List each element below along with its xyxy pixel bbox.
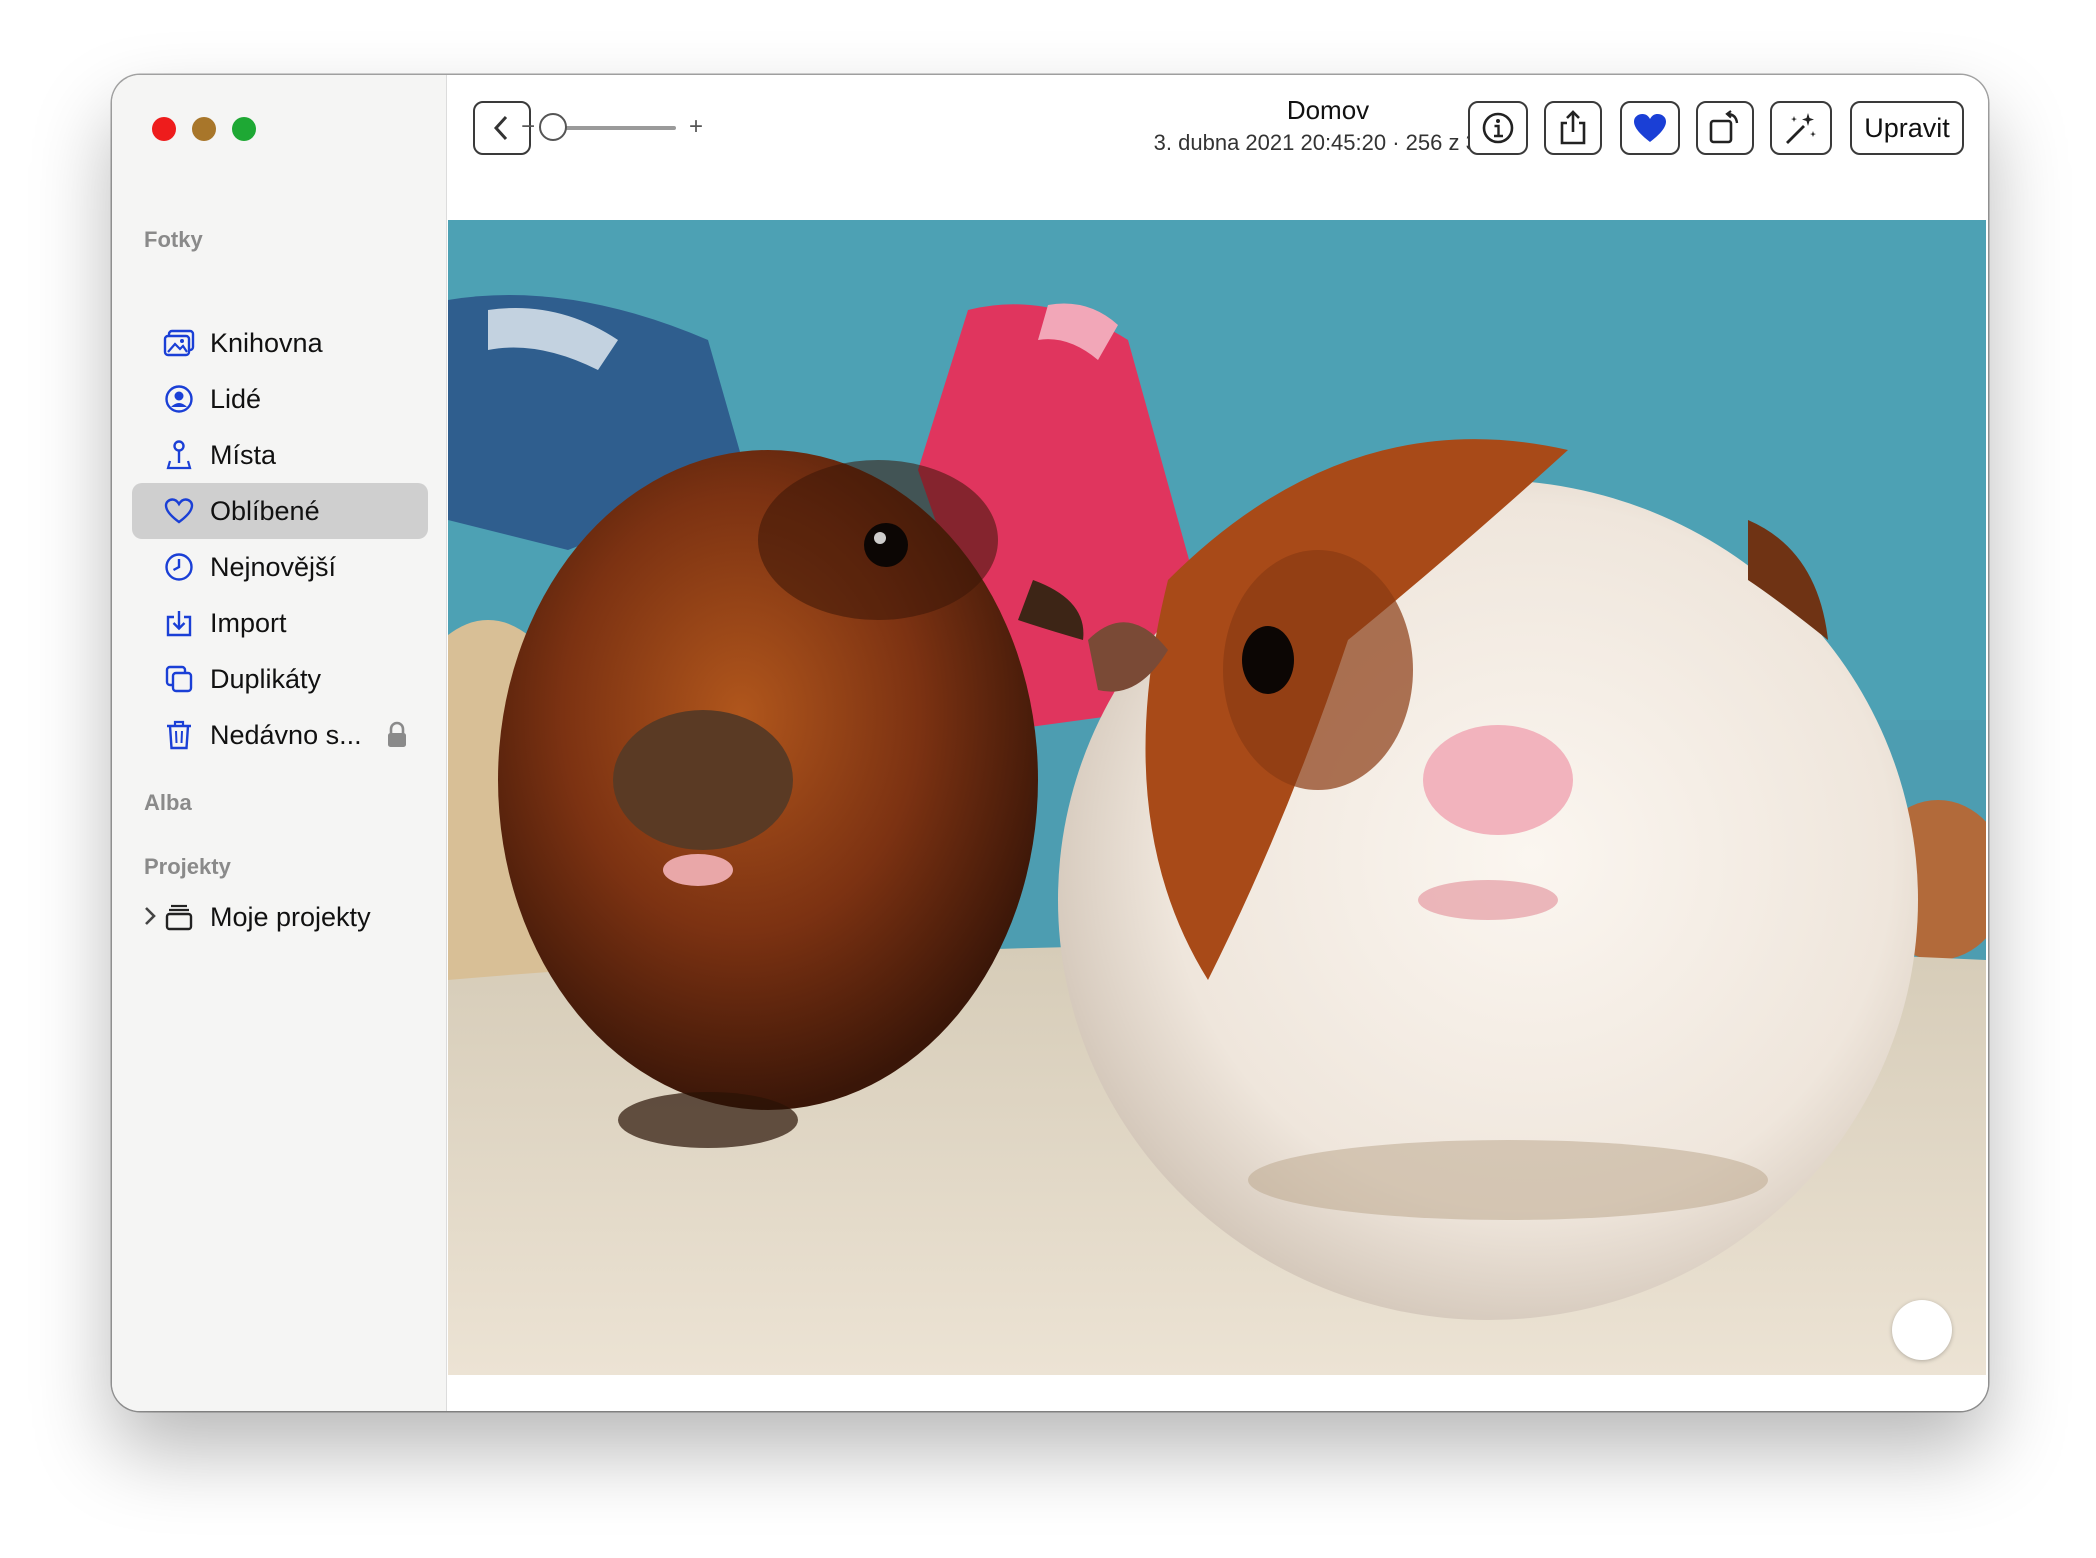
- trash-icon: [162, 718, 196, 752]
- toolbar: − + Domov 3. dubna 2021 20:45:20 · 256 z…: [448, 75, 1988, 175]
- auto-enhance-button[interactable]: [1770, 101, 1832, 155]
- rotate-icon: [1709, 110, 1739, 144]
- minimize-window-button[interactable]: [192, 117, 216, 141]
- sidebar: Fotky Knihovna Lidé Místa Oblíbené Nejno…: [112, 75, 447, 1411]
- zoom-slider[interactable]: [548, 126, 676, 130]
- sidebar-item-recent[interactable]: Nejnovější: [132, 539, 428, 595]
- sidebar-item-label: Nedávno s...: [210, 719, 362, 750]
- sidebar-item-label: Import: [210, 607, 287, 638]
- sidebar-item-label: Nejnovější: [210, 551, 337, 582]
- main-content: − + Domov 3. dubna 2021 20:45:20 · 256 z…: [448, 75, 1988, 1411]
- clock-icon: [162, 550, 196, 584]
- sidebar-item-my-projects[interactable]: Moje projekty: [132, 889, 428, 945]
- info-icon: [1482, 112, 1514, 144]
- section-title-photos: Fotky: [144, 227, 203, 252]
- magic-wand-icon: [1786, 113, 1816, 144]
- sidebar-item-duplicates[interactable]: Duplikáty: [132, 651, 428, 707]
- map-pin-icon: [162, 438, 196, 472]
- favorite-button[interactable]: [1620, 101, 1680, 155]
- heart-icon: [162, 494, 196, 528]
- photos-window: Fotky Knihovna Lidé Místa Oblíbené Nejno…: [112, 75, 1988, 1411]
- rotate-button[interactable]: [1696, 101, 1754, 155]
- photo-view[interactable]: [448, 220, 1986, 1375]
- sidebar-item-label: Místa: [210, 439, 277, 470]
- section-title-albums[interactable]: Alba: [144, 790, 192, 816]
- heart-filled-icon: [1634, 114, 1666, 142]
- folder-stack-icon: [162, 900, 196, 934]
- sidebar-item-places[interactable]: Místa: [132, 427, 428, 483]
- zoom-in-label[interactable]: +: [689, 113, 703, 141]
- sidebar-item-recently-deleted[interactable]: Nedávno s...: [132, 707, 428, 763]
- edit-button[interactable]: Upravit: [1850, 101, 1964, 155]
- duplicate-icon: [162, 662, 196, 696]
- lock-icon: [386, 721, 408, 754]
- chevron-left-icon: [493, 115, 508, 141]
- info-button[interactable]: [1468, 101, 1528, 155]
- photo-library-icon: [162, 326, 196, 360]
- zoom-slider-knob[interactable]: [539, 113, 567, 141]
- person-circle-icon: [162, 382, 196, 416]
- maximize-window-button[interactable]: [232, 117, 256, 141]
- sidebar-item-favorites[interactable]: Oblíbené: [132, 483, 428, 539]
- close-window-button[interactable]: [152, 117, 176, 141]
- sidebar-item-label: Duplikáty: [210, 663, 322, 694]
- sidebar-item-label: Oblíbené: [210, 495, 320, 526]
- share-icon: [1560, 110, 1586, 145]
- chevron-right-icon[interactable]: [142, 905, 158, 932]
- section-title-projects[interactable]: Projekty: [144, 854, 231, 880]
- sidebar-item-import[interactable]: Import: [132, 595, 428, 651]
- sidebar-item-label: Moje projekty: [210, 901, 371, 932]
- zoom-out-label[interactable]: −: [521, 113, 535, 141]
- import-icon: [162, 606, 196, 640]
- live-photo-button[interactable]: [1892, 1300, 1952, 1360]
- window-controls: [152, 117, 256, 141]
- sidebar-item-label: Lidé: [210, 383, 262, 414]
- guinea-pigs-photo: [448, 220, 1986, 1375]
- share-button[interactable]: [1544, 101, 1602, 155]
- sidebar-item-library[interactable]: Knihovna: [132, 315, 428, 371]
- sidebar-item-people[interactable]: Lidé: [132, 371, 428, 427]
- sidebar-item-label: Knihovna: [210, 327, 323, 358]
